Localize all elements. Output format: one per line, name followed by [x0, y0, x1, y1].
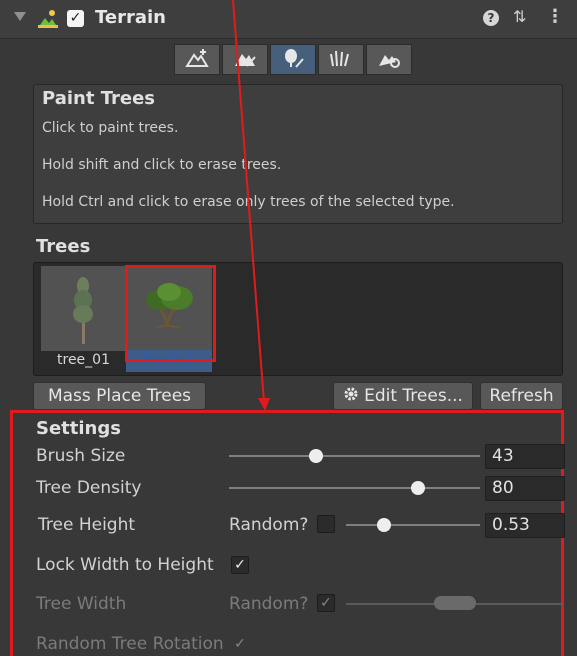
- annotation-arrow: [232, 0, 270, 411]
